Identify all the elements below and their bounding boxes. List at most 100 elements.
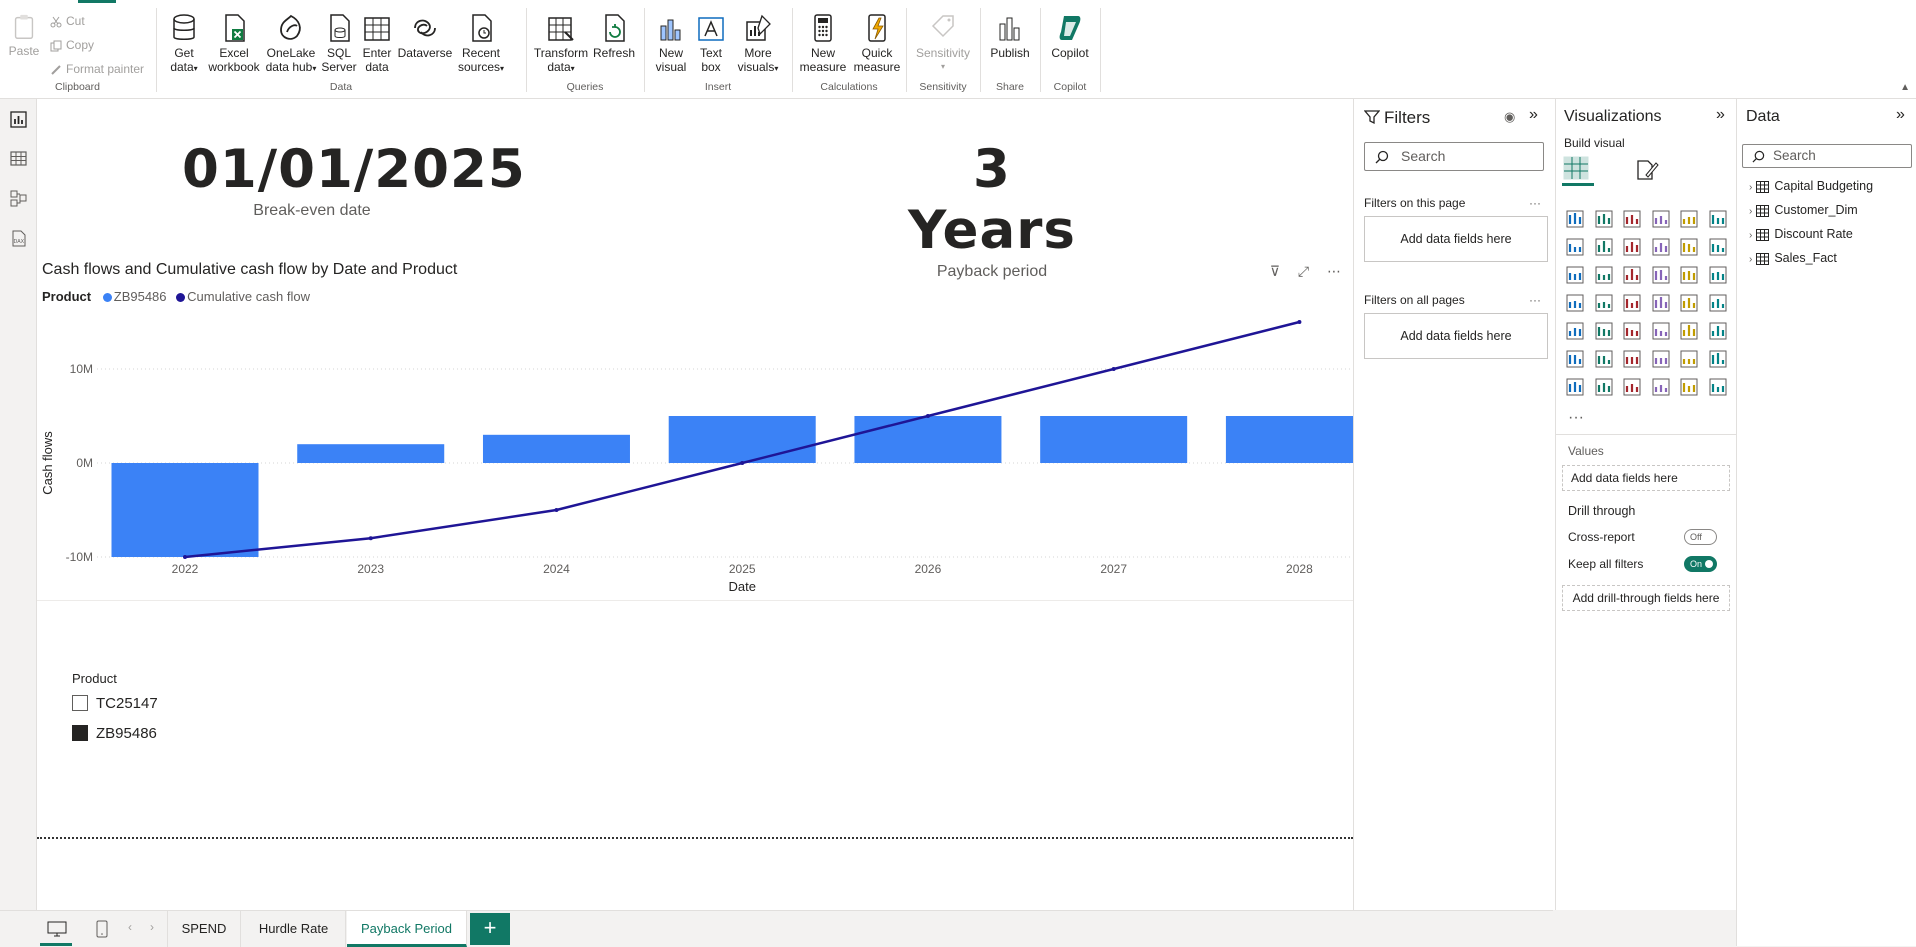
line-point[interactable] (183, 555, 187, 559)
breakeven-card[interactable]: 01/01/2025 Break-even date (182, 139, 525, 220)
stacked-column-icon[interactable] (1594, 209, 1616, 231)
custom-icon[interactable] (1651, 377, 1673, 399)
slicer-icon[interactable] (1622, 321, 1644, 343)
line-point[interactable] (925, 414, 930, 418)
area-icon[interactable] (1594, 237, 1616, 259)
format-painter-button[interactable]: Format painter (50, 60, 144, 78)
100-bar-icon[interactable] (1679, 209, 1701, 231)
chevron-right-icon[interactable]: › (1749, 206, 1752, 217)
waterfall-icon[interactable] (1594, 265, 1616, 287)
copy-button[interactable]: Copy (50, 36, 94, 54)
matrix-icon[interactable] (1679, 321, 1701, 343)
excel-workbook-button[interactable]: Excel workbook (207, 12, 261, 74)
bar[interactable] (297, 444, 445, 463)
collapse-pane-icon[interactable]: » (1896, 106, 1905, 124)
previous-page-icon[interactable]: ‹ (128, 920, 132, 934)
100-area-icon[interactable] (1651, 237, 1673, 259)
bar[interactable] (482, 434, 630, 463)
more-visuals-button[interactable]: More visuals▾ (733, 12, 783, 76)
page-tab-hurdle-rate[interactable]: Hurdle Rate (242, 911, 346, 947)
quick-measure-button[interactable]: Quick measure (851, 12, 903, 74)
transform-data-button[interactable]: Transform data▾ (533, 12, 589, 76)
copilot-button[interactable]: Copilot (1045, 12, 1095, 60)
card-icon[interactable] (1708, 293, 1730, 315)
dataverse-button[interactable]: Dataverse (397, 12, 453, 60)
chevron-right-icon[interactable]: › (1749, 254, 1752, 265)
line-clustered-column-icon[interactable] (1708, 237, 1730, 259)
drill-through-dropzone[interactable]: Add drill-through fields here (1562, 585, 1730, 611)
slicer-option[interactable]: ZB95486 (72, 725, 158, 755)
page-tab-payback-period[interactable]: Payback Period (347, 911, 467, 947)
map-icon[interactable] (1594, 293, 1616, 315)
pie-icon[interactable] (1679, 265, 1701, 287)
line-point[interactable] (740, 461, 745, 465)
sensitivity-button[interactable]: Sensitivity ▾ (913, 12, 973, 74)
power-apps-icon[interactable] (1594, 377, 1616, 399)
more-options-icon[interactable]: ··· (1529, 293, 1541, 307)
donut-icon[interactable] (1708, 265, 1730, 287)
model-view-icon[interactable] (9, 189, 28, 208)
mobile-layout-icon[interactable] (96, 920, 108, 938)
paste-button[interactable]: Paste (6, 12, 42, 58)
format-visual-tab[interactable] (1634, 157, 1660, 188)
stacked-bar-icon[interactable] (1565, 209, 1587, 231)
bar[interactable] (1040, 416, 1188, 463)
line-icon[interactable] (1565, 237, 1587, 259)
enter-data-button[interactable]: Enter data (359, 12, 395, 74)
more-visuals-icon[interactable]: ··· (1568, 409, 1584, 427)
funnel-icon[interactable] (1622, 265, 1644, 287)
data-search-input[interactable]: Search (1742, 144, 1912, 168)
bar[interactable] (668, 416, 816, 463)
gauge-icon[interactable] (1679, 293, 1701, 315)
clustered-column-icon[interactable] (1651, 209, 1673, 231)
sql-server-button[interactable]: SQL Server (321, 12, 357, 74)
kpi-icon[interactable] (1594, 321, 1616, 343)
values-dropzone[interactable]: Add data fields here (1562, 465, 1730, 491)
cash-flow-chart[interactable]: Cash flows and Cumulative cash flow by D… (37, 259, 1353, 601)
report-view-icon[interactable] (9, 110, 28, 129)
new-visual-button[interactable]: New visual (653, 12, 689, 74)
100-column-icon[interactable] (1708, 209, 1730, 231)
checkbox-checked[interactable] (72, 725, 88, 741)
key-influencers-icon[interactable] (1594, 349, 1616, 371)
all-pages-filters-dropzone[interactable]: Add data fields here (1364, 313, 1548, 359)
checkbox[interactable] (72, 695, 88, 711)
onelake-button[interactable]: OneLake data hub▾ (263, 12, 319, 76)
python-visual-icon[interactable] (1565, 349, 1587, 371)
power-automate-icon[interactable] (1622, 377, 1644, 399)
table-view-icon[interactable] (9, 149, 28, 168)
build-visual-tab[interactable] (1562, 154, 1594, 186)
line-point[interactable] (554, 508, 559, 512)
bar[interactable] (1225, 416, 1353, 463)
line-point[interactable] (1111, 367, 1116, 371)
r-visual-icon[interactable] (1708, 321, 1730, 343)
treemap-icon[interactable] (1565, 293, 1587, 315)
collapse-ribbon-icon[interactable]: ▲ (1900, 82, 1910, 93)
filled-map-icon[interactable] (1622, 293, 1644, 315)
product-slicer[interactable]: Product TC25147 ZB95486 (72, 671, 158, 755)
bar[interactable] (111, 463, 259, 557)
data-table-item[interactable]: › Customer_Dim (1749, 200, 1858, 220)
new-measure-button[interactable]: New measure (797, 12, 849, 74)
stacked-area-icon[interactable] (1622, 237, 1644, 259)
line-point[interactable] (368, 536, 373, 541)
collapse-pane-icon[interactable]: » (1529, 106, 1538, 124)
decomposition-tree-icon[interactable] (1622, 349, 1644, 371)
diamond-icon[interactable] (1679, 377, 1701, 399)
data-table-item[interactable]: › Capital Budgeting (1749, 176, 1873, 196)
clustered-bar-icon[interactable] (1622, 209, 1644, 231)
report-canvas[interactable]: 01/01/2025 Break-even date 3 Years Payba… (37, 99, 1353, 910)
azure-map-icon[interactable] (1651, 293, 1673, 315)
goals-icon[interactable] (1708, 349, 1730, 371)
page-tab-spend[interactable]: SPEND (167, 911, 241, 947)
slicer-option[interactable]: TC25147 (72, 695, 158, 725)
desktop-layout-icon[interactable] (47, 921, 67, 937)
publish-button[interactable]: Publish (985, 12, 1035, 60)
table-icon[interactable] (1651, 321, 1673, 343)
collapse-pane-icon[interactable]: » (1716, 106, 1725, 124)
data-table-item[interactable]: › Discount Rate (1749, 224, 1853, 244)
get-data-button[interactable]: Get data▾ (163, 12, 205, 76)
next-page-icon[interactable]: › (150, 920, 154, 934)
cross-report-toggle[interactable]: Off (1684, 529, 1717, 545)
refresh-button[interactable]: Refresh (591, 12, 637, 60)
